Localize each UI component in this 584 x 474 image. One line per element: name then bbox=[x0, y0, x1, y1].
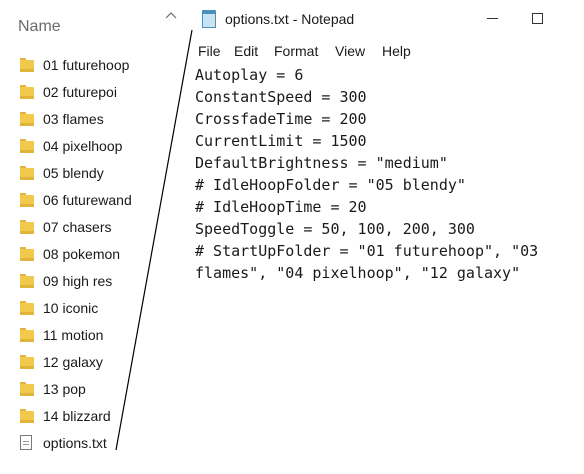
folder-item[interactable]: 08 pokemon bbox=[0, 241, 180, 267]
text-line: # StartUpFolder = "01 futurehoop", "03 bbox=[195, 242, 539, 260]
title-bar[interactable]: options.txt - Notepad bbox=[192, 0, 584, 40]
folder-icon bbox=[20, 166, 34, 180]
file-label: 01 futurehoop bbox=[43, 57, 130, 73]
text-line: DefaultBrightness = "medium" bbox=[195, 154, 448, 172]
folder-icon bbox=[20, 85, 34, 99]
file-label: 13 pop bbox=[43, 381, 86, 397]
file-label: 07 chasers bbox=[43, 219, 112, 235]
menu-edit[interactable]: Edit bbox=[234, 43, 258, 59]
folder-item[interactable]: 13 pop bbox=[0, 376, 180, 402]
name-column-header[interactable]: Name bbox=[18, 18, 61, 36]
folder-icon bbox=[20, 193, 34, 207]
file-label: options.txt bbox=[43, 435, 107, 451]
text-line: ConstantSpeed = 300 bbox=[195, 88, 367, 106]
folder-item[interactable]: 02 futurepoi bbox=[0, 79, 180, 105]
file-label: 09 high res bbox=[43, 273, 113, 289]
notepad-icon bbox=[201, 10, 217, 28]
folder-icon bbox=[20, 139, 34, 153]
text-line: # IdleHoopTime = 20 bbox=[195, 198, 367, 216]
folder-icon bbox=[20, 409, 34, 423]
text-file-icon bbox=[20, 435, 32, 450]
file-label: 06 futurewand bbox=[43, 192, 132, 208]
text-line: SpeedToggle = 50, 100, 200, 300 bbox=[195, 220, 475, 238]
folder-icon bbox=[20, 247, 34, 261]
text-line: # IdleHoopFolder = "05 blendy" bbox=[195, 176, 466, 194]
maximize-icon bbox=[532, 13, 543, 24]
file-label: 05 blendy bbox=[43, 165, 104, 181]
folder-icon bbox=[20, 274, 34, 288]
folder-item[interactable]: 03 flames bbox=[0, 106, 180, 132]
text-line: CurrentLimit = 1500 bbox=[195, 132, 367, 150]
folder-item[interactable]: 06 futurewand bbox=[0, 187, 180, 213]
notepad-window: options.txt - Notepad File Edit Format V… bbox=[192, 0, 584, 474]
folder-icon bbox=[20, 301, 34, 315]
folder-item[interactable]: 04 pixelhoop bbox=[0, 133, 180, 159]
text-line: Autoplay = 6 bbox=[195, 66, 304, 84]
file-label: 03 flames bbox=[43, 111, 104, 127]
file-label: 04 pixelhoop bbox=[43, 138, 123, 154]
minimize-icon bbox=[487, 18, 498, 19]
text-line: flames", "04 pixelhoop", "12 galaxy" bbox=[195, 264, 521, 282]
menu-format[interactable]: Format bbox=[274, 43, 318, 59]
folder-icon bbox=[20, 58, 34, 72]
menu-file[interactable]: File bbox=[198, 43, 221, 59]
sort-chevron-icon[interactable] bbox=[164, 10, 178, 20]
folder-item[interactable]: 11 motion bbox=[0, 322, 180, 348]
folder-item[interactable]: 10 iconic bbox=[0, 295, 180, 321]
text-line: CrossfadeTime = 200 bbox=[195, 110, 367, 128]
folder-icon bbox=[20, 220, 34, 234]
folder-item[interactable]: 14 blizzard bbox=[0, 403, 180, 429]
file-item[interactable]: options.txt bbox=[0, 430, 180, 456]
minimize-button[interactable] bbox=[478, 6, 508, 30]
file-label: 08 pokemon bbox=[43, 246, 121, 262]
file-label: 14 blizzard bbox=[43, 408, 111, 424]
file-label: 10 iconic bbox=[43, 300, 99, 316]
folder-icon bbox=[20, 382, 34, 396]
file-label: 02 futurepoi bbox=[43, 84, 117, 100]
menu-help[interactable]: Help bbox=[382, 43, 411, 59]
menu-view[interactable]: View bbox=[335, 43, 365, 59]
folder-icon bbox=[20, 328, 34, 342]
folder-icon bbox=[20, 355, 34, 369]
menu-bar: File Edit Format View Help bbox=[192, 40, 584, 62]
folder-item[interactable]: 07 chasers bbox=[0, 214, 180, 240]
folder-icon bbox=[20, 112, 34, 126]
text-editor[interactable]: Autoplay = 6 ConstantSpeed = 300 Crossfade… bbox=[195, 64, 584, 474]
file-label: 12 galaxy bbox=[43, 354, 103, 370]
file-explorer-pane: Name 01 futurehoop 02 futurepoi 03 flames 0… bbox=[0, 0, 200, 474]
window-title: options.txt - Notepad bbox=[225, 11, 355, 27]
file-label: 11 motion bbox=[43, 327, 104, 343]
folder-item[interactable]: 09 high res bbox=[0, 268, 180, 294]
folder-item[interactable]: 05 blendy bbox=[0, 160, 180, 186]
folder-item[interactable]: 01 futurehoop bbox=[0, 52, 180, 78]
folder-item[interactable]: 12 galaxy bbox=[0, 349, 180, 375]
maximize-button[interactable] bbox=[523, 6, 553, 30]
